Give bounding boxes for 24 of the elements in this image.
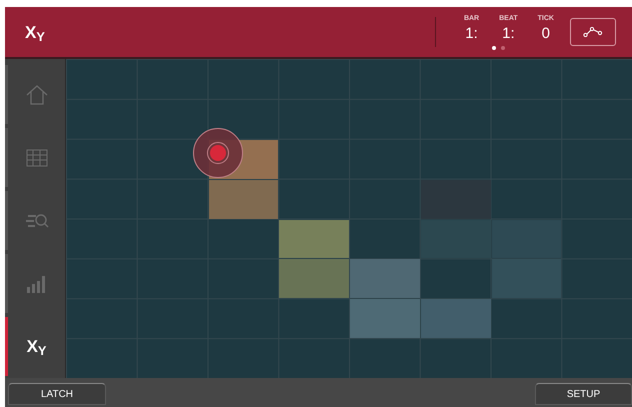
- xy-pad[interactable]: [65, 59, 632, 378]
- lit-pad-cell: [279, 259, 349, 298]
- lit-pad-cell: [492, 259, 562, 298]
- transport-value: 1:: [502, 24, 515, 44]
- lit-pad-cell: [350, 299, 420, 338]
- signal-bars-icon: [26, 274, 48, 292]
- lit-pad-cell: [208, 180, 278, 218]
- lit-pad-cell: [420, 299, 490, 338]
- transport-value: 0: [542, 24, 550, 44]
- transport-value: 1:: [465, 24, 478, 44]
- lit-pad-cell: [279, 220, 349, 258]
- curve-button[interactable]: [570, 18, 616, 46]
- xy-label: X$_{Y}$: [26, 338, 46, 355]
- app-logo: X$_{Y}$: [25, 24, 45, 40]
- latch-button[interactable]: LATCH: [8, 383, 106, 405]
- search-icon: [24, 212, 48, 230]
- touch-point[interactable]: [193, 128, 243, 178]
- setup-button[interactable]: SETUP: [535, 383, 632, 405]
- home-icon: [26, 84, 48, 104]
- lit-pad-cell: [350, 259, 420, 298]
- lit-pad-cell: [420, 220, 490, 258]
- lit-pad-cell: [492, 220, 562, 258]
- curve-icon: [583, 27, 603, 37]
- grid-icon: [26, 148, 48, 166]
